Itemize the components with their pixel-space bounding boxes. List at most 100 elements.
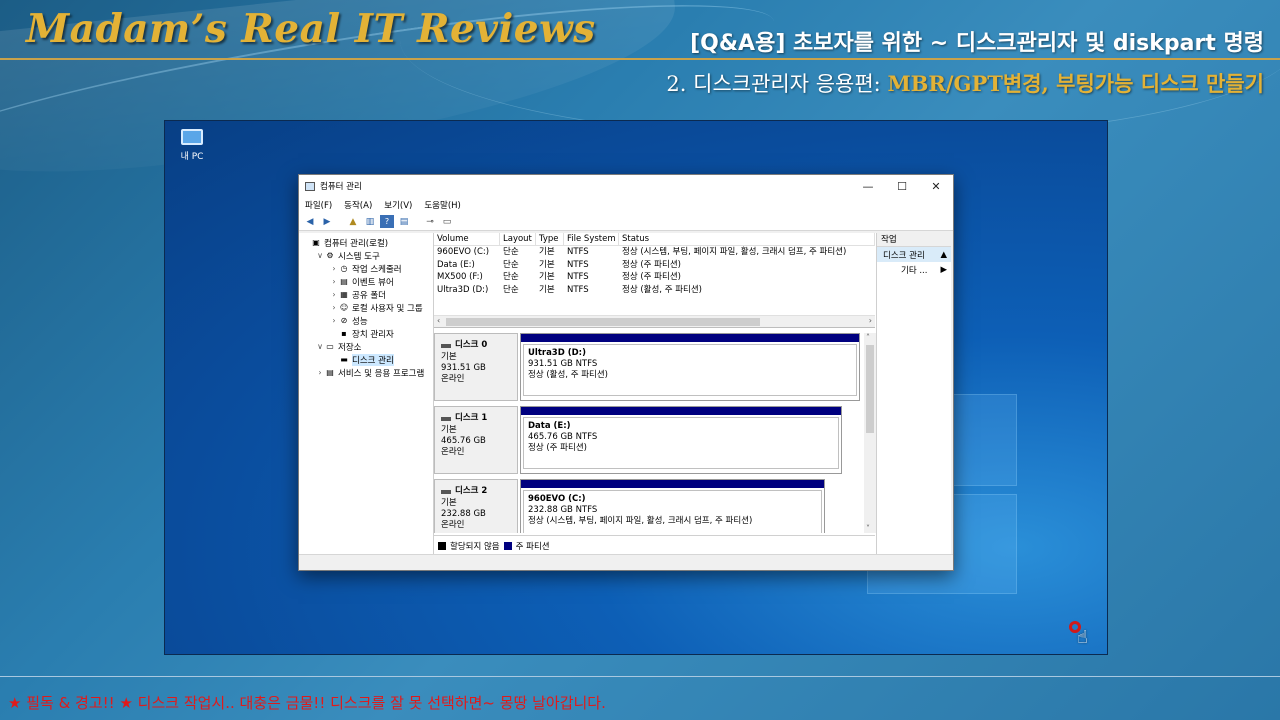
- volume-cell: 정상 (주 파티션): [622, 272, 681, 282]
- partition-block[interactable]: 960EVO (C:) 232.88 GB NTFS 정상 (시스템, 부팅, 페이…: [520, 479, 825, 533]
- action-disk-management[interactable]: 디스크 관리 ▲: [877, 247, 951, 262]
- col-volume[interactable]: Volume: [434, 233, 500, 245]
- tree-node-icon: ▣: [312, 238, 320, 247]
- disk-label[interactable]: 디스크 0 기본 931.51 GB 온라인: [434, 333, 518, 401]
- legend-primary: 주 파티션: [515, 541, 550, 552]
- tree-item[interactable]: › ⊘ 성능: [299, 314, 433, 327]
- volume-row[interactable]: 960EVO (C:) 단순 기본 NTFS 정상 (시스템, 부팅, 페이지 파일, …: [434, 246, 875, 259]
- title-bar[interactable]: 컴퓨터 관리 — ☐ ✕: [299, 175, 953, 197]
- disk-state: 온라인: [441, 447, 465, 457]
- scrollbar-thumb[interactable]: [866, 345, 874, 433]
- volume-cell: 단순: [503, 284, 519, 295]
- volume-cell: 기본: [539, 259, 555, 270]
- forward-arrow-icon[interactable]: ▶: [320, 215, 334, 228]
- scroll-right-icon[interactable]: ›: [869, 316, 872, 325]
- tree-item[interactable]: ▬ 디스크 관리: [299, 353, 433, 366]
- tree-item-label: 이벤트 뷰어: [352, 277, 394, 288]
- action-disk-management-label: 디스크 관리: [883, 250, 925, 261]
- scrollbar-thumb[interactable]: [446, 318, 760, 326]
- disk-label[interactable]: 디스크 1 기본 465.76 GB 온라인: [434, 406, 518, 474]
- expand-chevron-icon[interactable]: ›: [329, 277, 339, 286]
- volume-cell: 단순: [503, 247, 519, 257]
- computer-management-window: 컴퓨터 관리 — ☐ ✕ 파일(F) 동작(A) 보기(V) 도움말(H) ◀ …: [298, 174, 954, 571]
- tree-item[interactable]: › ▤ 이벤트 뷰어: [299, 275, 433, 288]
- up-folder-icon[interactable]: ▲: [346, 215, 360, 228]
- expand-chevron-icon[interactable]: ›: [329, 316, 339, 325]
- show-hide-tree-icon[interactable]: ▥: [363, 215, 377, 228]
- tree-item[interactable]: › ▤ 서비스 및 응용 프로그램: [299, 366, 433, 379]
- partition-block[interactable]: Data (E:) 465.76 GB NTFS 정상 (주 파티션): [520, 406, 842, 474]
- tree-node-icon: ◷: [340, 264, 348, 273]
- disk-size: 232.88 GB: [441, 509, 486, 519]
- help-icon[interactable]: ?: [380, 215, 394, 228]
- disk-vertical-scrollbar[interactable]: ˄ ˅: [864, 333, 876, 533]
- maximize-button[interactable]: ☐: [885, 180, 919, 193]
- scroll-down-icon[interactable]: ˅: [866, 524, 870, 533]
- expand-chevron-icon[interactable]: ∨: [315, 251, 325, 260]
- expand-chevron-icon[interactable]: ›: [329, 303, 339, 312]
- menu-bar: 파일(F) 동작(A) 보기(V) 도움말(H): [299, 197, 953, 213]
- col-status[interactable]: Status: [619, 233, 875, 245]
- tree-item[interactable]: › ☺ 로컬 사용자 및 그룹: [299, 301, 433, 314]
- tree-item[interactable]: ▣ 컴퓨터 관리(로컬): [299, 236, 433, 249]
- disk-name-line: 디스크 2: [441, 486, 517, 497]
- expand-chevron-icon[interactable]: ›: [329, 290, 339, 299]
- back-arrow-icon[interactable]: ◀: [303, 215, 317, 228]
- partition-body: Ultra3D (D:) 931.51 GB NTFS 정상 (활성, 주 파티션): [523, 344, 857, 396]
- volume-rows: 960EVO (C:) 단순 기본 NTFS 정상 (시스템, 부팅, 페이지 파일, …: [434, 246, 875, 296]
- col-file-system[interactable]: File System: [564, 233, 619, 245]
- expand-chevron-icon[interactable]: ›: [315, 368, 325, 377]
- action-more[interactable]: 기타 ... ▶: [877, 262, 951, 277]
- volume-cell: 정상 (활성, 주 파티션): [622, 284, 703, 295]
- volume-cell: NTFS: [567, 272, 589, 282]
- disk-row[interactable]: 디스크 0 기본 931.51 GB 온라인 Ultra3D (D:) 931.51 GB…: [434, 333, 862, 401]
- tree-item[interactable]: ∨ ⚙ 시스템 도구: [299, 249, 433, 262]
- tree-item[interactable]: › ▦ 공유 폴더: [299, 288, 433, 301]
- tree-node-icon: ▤: [326, 368, 334, 377]
- tree-item[interactable]: ▪ 장치 관리자: [299, 327, 433, 340]
- menu-file[interactable]: 파일(F): [305, 199, 332, 211]
- tree-item[interactable]: ∨ ▭ 저장소: [299, 340, 433, 353]
- col-type[interactable]: Type: [536, 233, 564, 245]
- volume-row[interactable]: Ultra3D (D:) 단순 기본 NTFS 정상 (활성, 주 파티션): [434, 284, 875, 297]
- partition-body: 960EVO (C:) 232.88 GB NTFS 정상 (시스템, 부팅, 페이…: [523, 490, 822, 533]
- tree-item-label: 작업 스케줄러: [352, 264, 402, 275]
- close-button[interactable]: ✕: [919, 180, 953, 193]
- tree-node-icon: ☺: [339, 303, 349, 312]
- minimize-button[interactable]: —: [851, 180, 885, 193]
- col-layout[interactable]: Layout: [500, 233, 536, 245]
- disk-label[interactable]: 디스크 2 기본 232.88 GB 온라인: [434, 479, 518, 533]
- tree-item-label: 컴퓨터 관리(로컬): [324, 238, 389, 249]
- scroll-up-icon[interactable]: ˄: [866, 333, 870, 342]
- volume-cell: 960EVO (C:): [437, 247, 490, 257]
- my-pc-desktop-icon[interactable]: 내 PC: [175, 129, 209, 162]
- volume-cell: 단순: [503, 259, 519, 270]
- disk-name: 디스크 1: [455, 413, 488, 423]
- menu-help[interactable]: 도움말(H): [424, 199, 460, 211]
- volume-row[interactable]: Data (E:) 단순 기본 NTFS 정상 (주 파티션): [434, 259, 875, 272]
- channel-brand: Madam’s Real IT Reviews: [26, 6, 596, 52]
- disk-type: 기본: [441, 425, 457, 435]
- tree-node-icon: ▦: [340, 290, 348, 299]
- navigation-tree: ▣ 컴퓨터 관리(로컬) ∨ ⚙ 시스템 도구 › ◷ 작업 스케줄러 › ▤ 이벤트 뷰어 › ▦ 공유…: [299, 233, 434, 555]
- partition-name: Data (E:): [528, 421, 571, 431]
- expand-chevron-icon[interactable]: ∨: [315, 342, 325, 351]
- disk-row[interactable]: 디스크 1 기본 465.76 GB 온라인 Data (E:) 465.76 GB NT…: [434, 406, 862, 474]
- window-body: ▣ 컴퓨터 관리(로컬) ∨ ⚙ 시스템 도구 › ◷ 작업 스케줄러 › ▤ 이벤트 뷰어 › ▦ 공유…: [299, 233, 953, 555]
- tree-item[interactable]: › ◷ 작업 스케줄러: [299, 262, 433, 275]
- collapse-arrow-icon[interactable]: ▲: [940, 250, 947, 260]
- disk-state: 온라인: [441, 520, 465, 530]
- partition-block[interactable]: Ultra3D (D:) 931.51 GB NTFS 정상 (활성, 주 파티션): [520, 333, 860, 401]
- volume-row[interactable]: MX500 (F:) 단순 기본 NTFS 정상 (주 파티션): [434, 271, 875, 284]
- volume-horizontal-scrollbar[interactable]: ‹ ›: [434, 315, 875, 327]
- disk-row[interactable]: 디스크 2 기본 232.88 GB 온라인 960EVO (C:) 232.88 GB …: [434, 479, 862, 533]
- menu-view[interactable]: 보기(V): [384, 199, 412, 211]
- tree-item-label: 디스크 관리: [352, 353, 394, 366]
- hand-cursor-icon: ☝: [1077, 627, 1088, 648]
- scroll-left-icon[interactable]: ‹: [437, 316, 440, 325]
- connect-icon[interactable]: ⊸: [423, 215, 437, 228]
- properties-icon[interactable]: ▤: [397, 215, 411, 228]
- expand-chevron-icon[interactable]: ›: [329, 264, 339, 273]
- view-icon[interactable]: ▭: [440, 215, 454, 228]
- menu-action[interactable]: 동작(A): [344, 199, 372, 211]
